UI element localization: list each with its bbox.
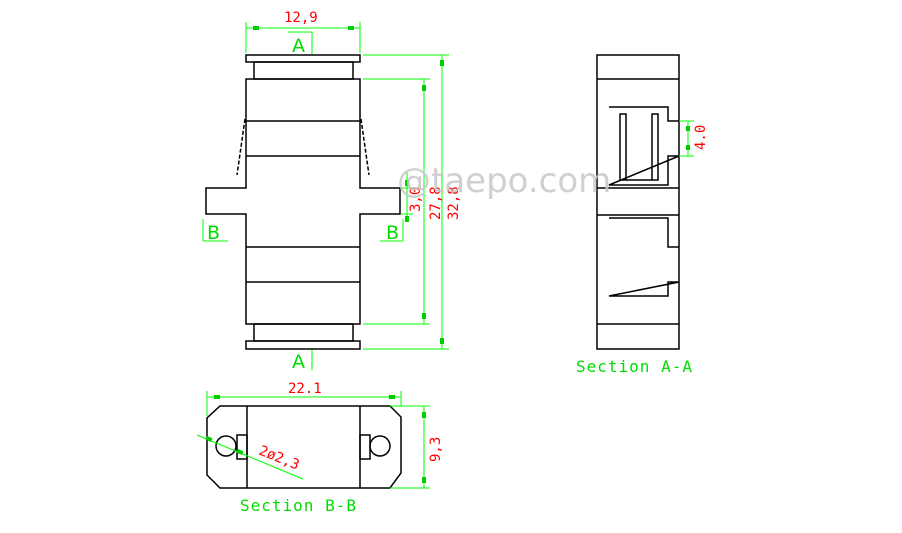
watermark: @taepo.com [397, 161, 611, 201]
marker-label: B [207, 222, 220, 244]
technical-drawing: 12,9 A A B B 32,8 27,8 3,0 4.0 Section A… [196, 10, 709, 515]
section-b-b-title: Section B-B [240, 496, 357, 515]
latch-tab-right [359, 434, 371, 460]
mounting-hole-left [215, 435, 237, 457]
section-marker-a-bottom: A [292, 350, 313, 373]
section-marker-b-left: B [202, 219, 228, 244]
dimension-text-width: 12,9 [284, 10, 318, 26]
dimension-text-section-b-width: 22.1 [288, 381, 322, 397]
latch-spring-right [360, 118, 370, 176]
dimension-text-slot-height: 4.0 [693, 125, 709, 150]
front-view [205, 54, 401, 350]
mounting-hole-right [369, 435, 391, 457]
section-b-b-view [206, 405, 402, 489]
section-marker-a-top: A [288, 31, 313, 57]
section-a-outline [596, 54, 680, 350]
body-outline [205, 78, 401, 325]
dimension-slot-height: 4.0 [679, 120, 709, 157]
ferrule-slot [651, 113, 659, 181]
section-a-a-view [596, 54, 680, 350]
bottom-flange [245, 340, 361, 350]
ferrule-slot [619, 113, 627, 181]
dimension-inner-height: 27,8 [363, 78, 444, 325]
dimension-hole-diameter: 2ø2,3 [196, 434, 304, 480]
section-marker-b-right: B [380, 219, 404, 244]
marker-label: B [386, 222, 399, 244]
marker-label: A [292, 351, 305, 373]
marker-label: A [292, 35, 305, 57]
top-neck [253, 61, 354, 80]
dimension-section-b-width: 22.1 [206, 381, 402, 416]
latch-spring-left [236, 118, 246, 176]
dimension-text-section-b-height: 9,3 [428, 437, 444, 462]
lower-port [608, 217, 680, 297]
bottom-neck [253, 323, 354, 342]
section-a-a-title: Section A-A [576, 357, 693, 376]
